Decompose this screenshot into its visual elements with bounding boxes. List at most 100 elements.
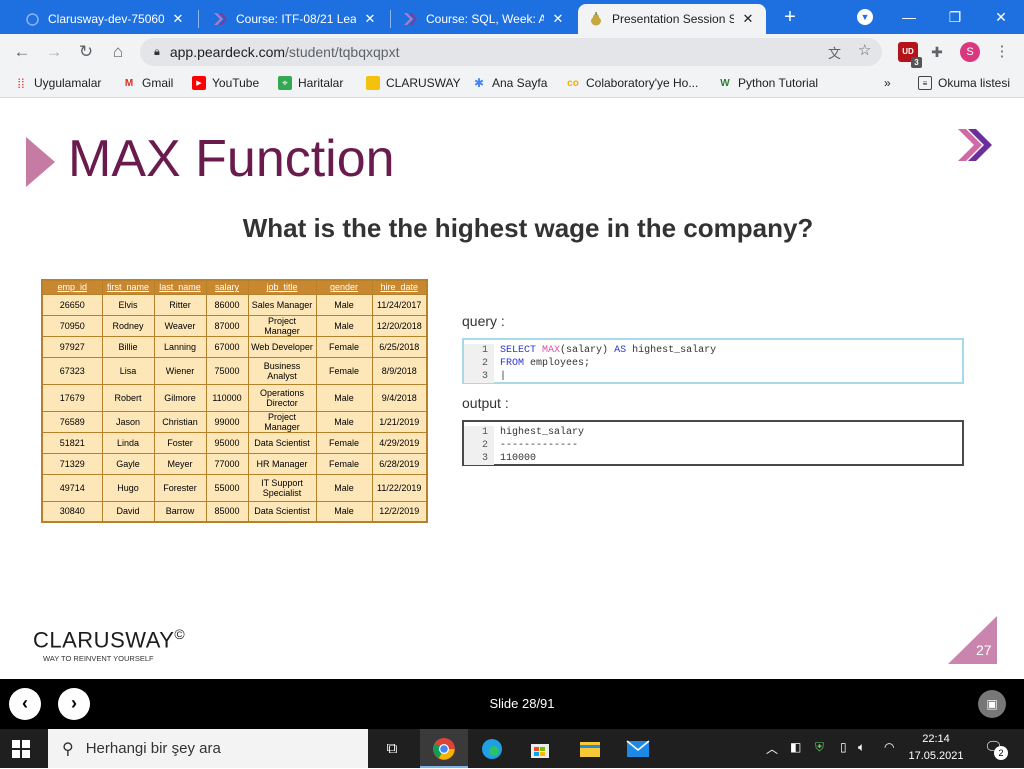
close-icon[interactable]: ✕ [362,11,378,27]
tab-strip: Clarusway-dev-750608 ✕ Course: ITF-08/21… [0,0,1024,34]
bookmark-maps[interactable]: ⌖ Haritalar [278,76,343,90]
table-cell: IT Support Specialist [247,473,317,502]
notification-center-icon[interactable]: 🗨︎ 2 [984,738,1008,760]
table-row: 97927 Billie Lanning 67000 Web Developer Fema… [41,335,428,358]
table-row: 30840 David Barrow 85000 Data Scientist Male 1… [41,500,428,523]
bookmarks-bar: ⁞⁞ Uygulamalar M Gmail ▶ YouTube ⌖ Haritalar… [0,70,1024,98]
output-code-box[interactable]: 1 highest_salary 2 ------------- 3 110000 [462,420,964,466]
extensions-puzzle-icon[interactable]: ✚ [927,42,947,62]
tab-search-icon[interactable]: ▼ [857,9,873,25]
table-cell: 97927 [41,335,103,358]
table-cell: 11/22/2019 [371,473,428,502]
bookmarks-overflow-icon[interactable]: » [884,76,891,90]
restore-button[interactable]: ❐ [932,4,978,30]
store-icon[interactable] [526,735,554,763]
table-cell: 77000 [205,452,249,475]
colab-icon: co [567,77,579,89]
minimize-button[interactable]: — [886,4,932,30]
windows-start-icon[interactable] [12,740,30,758]
present-view-icon[interactable]: ▣ [978,690,1006,718]
table-cell: Female [315,356,373,385]
bookmark-python-tutorial[interactable]: W Python Tutorial [718,76,818,90]
table-cell: 4/29/2019 [371,431,428,454]
table-cell: Male [315,314,373,337]
reading-list[interactable]: ≡ Okuma listesi [918,76,1010,90]
reading-list-icon: ≡ [918,76,932,90]
table-cell: 6/28/2019 [371,452,428,475]
chrome-icon[interactable] [430,735,458,763]
bookmark-youtube[interactable]: ▶ YouTube [192,76,259,90]
new-tab-button[interactable]: + [778,6,802,30]
battery-icon[interactable]: ▯ [840,740,847,754]
table-cell: Data Scientist [247,500,317,523]
defender-shield-icon[interactable]: ⛨ [815,740,824,755]
window-close-button[interactable]: ✕ [978,4,1024,30]
sql-table: employees; [530,358,591,369]
close-icon[interactable]: ✕ [550,11,566,27]
browser-tab[interactable]: Course: SQL, Week: Agg ✕ [392,4,576,34]
table-cell: Project Manager [247,410,317,433]
table-cell: 71329 [41,452,103,475]
query-code-editor[interactable]: 1 SELECT MAX(salary) AS highest_salary 2F… [462,338,964,384]
url-path: /student/tqbqxqpxt [285,44,400,60]
table-row: 76589 Jason Christian 99000 Project Manager M… [41,410,428,433]
tray-chevron-up-icon[interactable]: ︿ [766,740,778,757]
table-cell: Wiener [153,356,207,385]
close-icon[interactable]: ✕ [170,11,186,27]
browser-tab[interactable]: Clarusway-dev-750608 ✕ [14,4,196,34]
menu-kebab-icon[interactable]: ⋮ [992,42,1012,62]
volume-icon[interactable]: 🔈︎ [858,740,865,755]
windows-taskbar: ⚲ Herhangi bir şey ara ⧉ ︿ ◧ ⛨ ▯ 🔈︎ ◠ 22… [0,729,1024,768]
bookmark-gmail[interactable]: M Gmail [122,76,174,90]
file-explorer-icon[interactable] [576,735,604,763]
table-cell: 67323 [41,356,103,385]
ublock-extension-icon[interactable]: UD 3 [898,42,922,68]
table-row: 71329 Gayle Meyer 77000 HR Manager Female 6/28… [41,452,428,475]
task-view-icon[interactable]: ⧉ [378,735,406,763]
table-cell: 12/2/2019 [371,500,428,523]
address-bar[interactable]: 🔒︎ app.peardeck.com/student/tqbqxqpxt [140,38,882,66]
tab-title: Course: ITF-08/21 Learn [236,12,356,26]
line-number: 2 [464,357,494,370]
table-cell: Project Manager [247,314,317,337]
bookmark-apps[interactable]: ⁞⁞ Uygulamalar [14,75,101,91]
browser-tab-active[interactable]: Presentation Session Stu ✕ [578,4,766,34]
browser-tab[interactable]: Course: ITF-08/21 Learn ✕ [202,4,388,34]
gmail-icon: M [124,77,134,89]
apps-grid-icon: ⁞⁞ [17,75,25,91]
table-cell: 49714 [41,473,103,502]
search-placeholder: Herhangi bir şey ara [85,740,221,757]
translate-icon[interactable]: 文 [828,43,841,62]
table-cell: David [101,500,155,523]
close-icon[interactable]: ✕ [740,11,756,27]
home-icon[interactable]: ⌂ [106,40,130,64]
meet-now-icon[interactable]: ◧ [790,740,801,754]
bookmark-clarusway[interactable]: CLARUSWAY [366,76,461,90]
back-arrow-icon[interactable]: ← [10,40,34,64]
table-cell: Elvis [101,293,155,316]
table-cell: 87000 [205,314,249,337]
bookmark-star-icon[interactable]: ☆ [858,41,871,59]
system-clock[interactable]: 22:14 17.05.2021 [908,731,964,765]
slide-counter: Slide 28/91 [489,696,555,711]
mail-icon[interactable] [624,735,652,763]
table-cell: Hugo [101,473,155,502]
profile-avatar[interactable]: S [960,42,980,62]
table-cell: 85000 [205,500,249,523]
sql-alias: highest_salary [632,345,717,356]
reload-icon[interactable]: ↻ [74,40,98,64]
tab-title: Clarusway-dev-750608 [48,12,164,26]
taskbar-search-box[interactable]: ⚲ Herhangi bir şey ara [48,729,368,768]
sql-keyword: AS [614,345,627,356]
clarusway-chevron-icon [212,11,228,27]
wifi-icon[interactable]: ◠ [884,740,894,754]
table-cell: Gayle [101,452,155,475]
bookmark-home[interactable]: ✱ Ana Sayfa [472,76,547,90]
output-label: output : [462,395,509,411]
table-cell: 8/9/2018 [371,356,428,385]
edge-icon[interactable] [478,735,506,763]
clarusway-chevron-icon [402,11,418,27]
bookmark-colab[interactable]: co Colaboratory'ye Ho... [566,76,698,90]
forward-arrow-icon[interactable]: → [42,40,66,64]
output-text: 110000 [500,453,537,464]
